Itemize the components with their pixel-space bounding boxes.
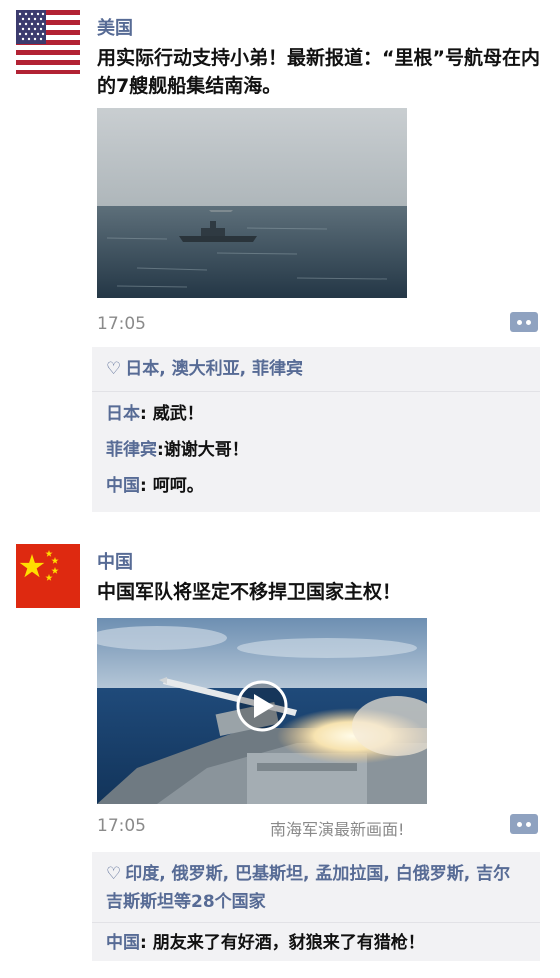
- comment-author[interactable]: 中国: [106, 933, 140, 953]
- comment-area: ♡ 印度, 俄罗斯, 巴基斯坦, 孟加拉国, 白俄罗斯, 吉尔吉斯斯坦等28个国家…: [92, 852, 540, 961]
- likes-names[interactable]: 日本, 澳大利亚, 菲律宾: [125, 359, 303, 379]
- comment-text: 呵呵。: [152, 476, 204, 496]
- post-photo-warships[interactable]: [97, 108, 407, 298]
- post-nickname[interactable]: 中国: [97, 548, 133, 574]
- post-timestamp: 17:05: [97, 816, 146, 836]
- post-divider: [0, 512, 560, 522]
- comment-more-icon[interactable]: [510, 312, 538, 332]
- likes-row: ♡ 印度, 俄罗斯, 巴基斯坦, 孟加拉国, 白俄罗斯, 吉尔吉斯斯坦等28个国家: [92, 852, 540, 923]
- post-text: 中国军队将坚定不移捍卫国家主权！: [97, 581, 402, 603]
- comment-text: 朋友来了有好酒，豺狼来了有猎枪！: [152, 933, 425, 953]
- post-text: 用实际行动支持小弟！最新报道：“里根”号航母在内的7艘舰船集结南海。: [97, 47, 540, 97]
- avatar-us-flag[interactable]: [16, 10, 80, 74]
- comment-item[interactable]: 菲律宾:谢谢大哥！: [92, 432, 540, 468]
- play-icon[interactable]: [236, 680, 288, 732]
- comment-item[interactable]: 日本: 威武！: [92, 396, 540, 432]
- post-nickname[interactable]: 美国: [97, 14, 133, 40]
- likes-row: ♡ 日本, 澳大利亚, 菲律宾: [92, 347, 540, 392]
- comment-item[interactable]: 中国: 朋友来了有好酒，豺狼来了有猎枪！: [92, 925, 540, 961]
- comment-text: 谢谢大哥！: [163, 440, 249, 460]
- heart-icon: ♡: [106, 359, 122, 379]
- likes-names[interactable]: 印度, 俄罗斯, 巴基斯坦, 孟加拉国, 白俄罗斯, 吉尔吉斯斯坦等28个国家: [106, 864, 510, 912]
- post-video-missile-launch[interactable]: [97, 618, 427, 804]
- comment-author[interactable]: 中国: [106, 476, 140, 496]
- video-caption: 南海军演最新画面!: [270, 820, 405, 839]
- comment-author[interactable]: 菲律宾: [106, 440, 157, 460]
- heart-icon: ♡: [106, 864, 122, 884]
- avatar-cn-flag[interactable]: [16, 544, 80, 608]
- comment-author[interactable]: 日本: [106, 404, 140, 424]
- comment-text: 威武！: [152, 404, 204, 424]
- comment-more-icon[interactable]: [510, 814, 538, 834]
- post-timestamp: 17:05: [97, 314, 146, 334]
- comment-item[interactable]: 中国: 呵呵。: [92, 468, 540, 512]
- comment-area: ♡ 日本, 澳大利亚, 菲律宾 日本: 威武！ 菲律宾:谢谢大哥！ 中国: 呵呵。: [92, 347, 540, 512]
